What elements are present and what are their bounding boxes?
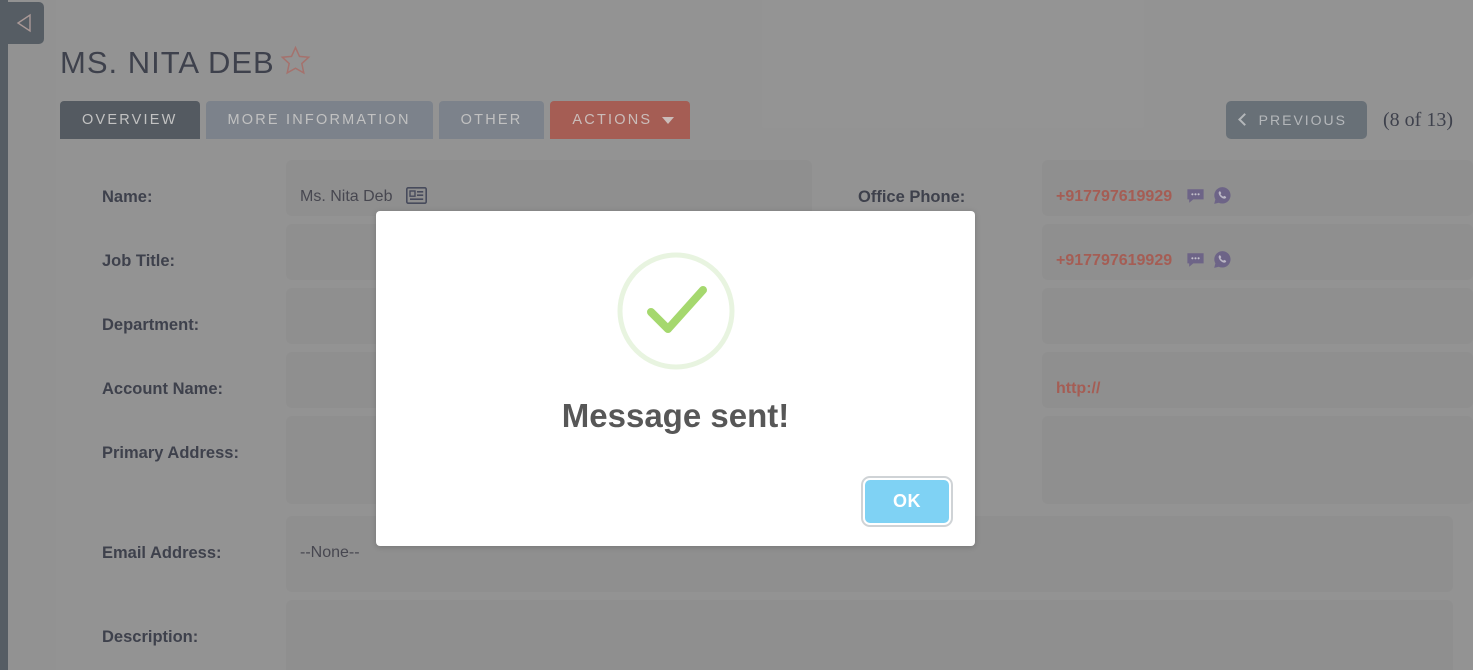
ok-button-label: OK bbox=[893, 491, 921, 511]
message-sent-dialog: Message sent! OK bbox=[376, 211, 975, 546]
success-check-circle-icon bbox=[615, 250, 737, 377]
ok-button[interactable]: OK bbox=[861, 476, 953, 527]
dialog-title: Message sent! bbox=[561, 397, 790, 434]
